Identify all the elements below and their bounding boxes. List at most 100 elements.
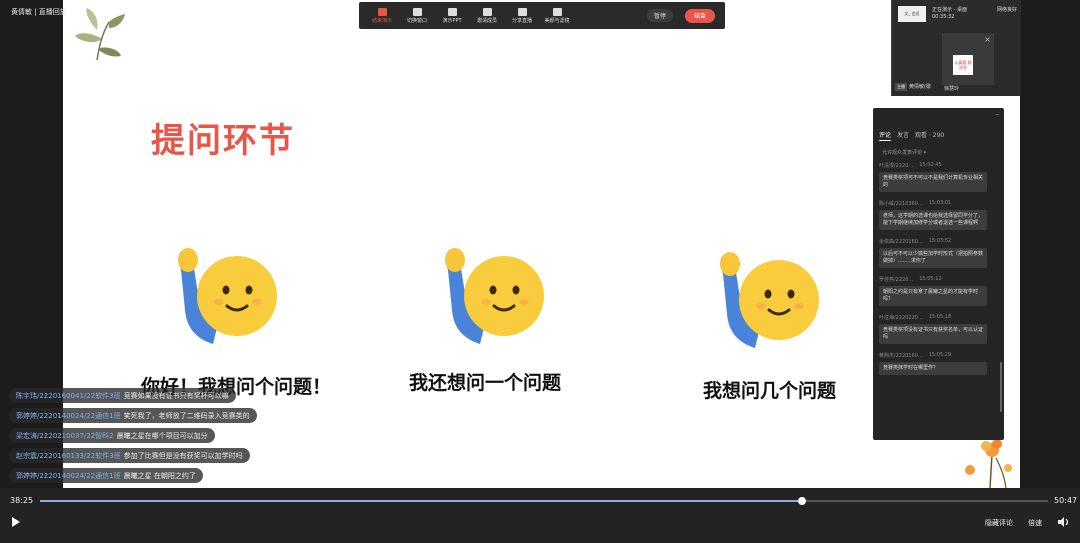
total-time: 50:47 — [1054, 496, 1078, 505]
tool-present-ppt[interactable]: 演示PPT — [435, 2, 469, 29]
tool-invite-members[interactable]: 邀请成员 — [470, 2, 504, 29]
danmaku-message: 郭婷婷/2220140024/22通信1班 笑死我了，老师放了二维码录入竞赛类的 — [9, 408, 257, 423]
seek-bar-handle[interactable] — [798, 497, 807, 505]
share-icon — [517, 7, 527, 16]
danmaku-text: 笑死我了，老师放了二维码录入竞赛类的 — [123, 411, 250, 420]
allow-comments-label: 允许观众发表评论 — [882, 150, 923, 156]
live-replay-player: 提问环节 你好！我想问个问题！ 我还想问一个问题 我想问几个问题 黄倩敏 | 直… — [0, 0, 1080, 543]
comment-time: 15:05:12 — [919, 276, 942, 282]
comment-user: 叶清漫/2220... — [879, 163, 914, 169]
comment-time: 15:03:01 — [928, 200, 952, 206]
minimize-icon[interactable]: – — [996, 110, 1000, 118]
danmaku-text: 参加了比赛但是没有获奖可以加学时吗 — [123, 451, 243, 460]
comment-text: 朝阳之约是只有拿了晨曦之星的才能有学时吗？ — [879, 286, 987, 306]
comment-time: 15:05:29 — [928, 352, 952, 358]
tool-switch-window[interactable]: 切换窗口 — [400, 2, 434, 29]
danmaku-message: 梁宏涛/2220210037/22智科2 晨曦之星在哪个项目可以加分 — [9, 428, 215, 443]
player-controls: 38:25 50:47 隐藏评论 倍速 — [0, 488, 1080, 543]
host-badge: 主播 — [895, 83, 907, 91]
present-icon — [377, 7, 387, 16]
comment-text: 老师，这学期的选课也给我选择留同学分了，能下学期继续加修学分或者退选一些课程啊 — [879, 210, 987, 230]
video-panel: 文_ 会员 正在演示 - 桌面 00:35:32 网络良好 × 认真看 群消息 … — [891, 0, 1021, 96]
comment-time: 15:05:18 — [928, 314, 952, 320]
comment-text: 竞赛类抹学时在哪里作？ — [879, 362, 987, 375]
leaf-decoration-icon — [75, 8, 125, 61]
member-video-tile[interactable]: × 认真看 群消息 — [942, 33, 994, 85]
comment-item: 罗佳燕/2220... 15:05:12 朝阳之约是只有拿了晨曦之星的才能有学时吗… — [879, 276, 997, 306]
tool-label: 结束演示 — [371, 17, 392, 24]
danmaku-text: 晨曦之星 在朝阳之约了 — [123, 471, 196, 480]
danmaku-user: 梁宏涛/2220210037/22智科2 — [16, 431, 114, 440]
seek-bar-progress — [40, 500, 803, 502]
hide-comments-button[interactable]: 隐藏评论 — [985, 518, 1013, 528]
playback-speed-button[interactable]: 倍速 — [1028, 518, 1042, 528]
tab-viewers[interactable]: 观看 · 290 — [915, 130, 944, 141]
comment-list: 叶清漫/2220... 15:02:45 竞赛类奖项可不可以不是我们计算机专业相关… — [879, 162, 997, 422]
danmaku-text: 晨曦之星在哪个项目可以加分 — [116, 431, 208, 440]
pause-button[interactable]: 暂停 — [647, 9, 673, 22]
comment-time: 15:02:45 — [919, 162, 942, 168]
end-button[interactable]: 结束 — [685, 8, 715, 23]
comment-item: 余依曲/2220160... 15:03:52 以后可不可以少搞些加学时形式（把拍… — [879, 238, 997, 268]
tool-label: 切换窗口 — [406, 17, 427, 24]
comment-item: 陈小威/2210360... 15:03:01 老师，这学期的选课也给我选择留同学… — [879, 200, 997, 230]
volume-icon[interactable] — [1058, 517, 1070, 527]
tool-share-live[interactable]: 分享直播 — [505, 2, 539, 29]
comment-item: 叶征海/2220220... 15:05:18 竞赛类奖项没有证书只有获奖名单，可… — [879, 314, 997, 344]
tool-stop-presenting[interactable]: 结束演示 — [365, 2, 399, 29]
tool-label: 演示PPT — [442, 17, 462, 24]
danmaku-overlay: 陈宇玮/2220160041/22软件3班 竞赛如果没有证书只有奖杯可以嘛 郭婷婷… — [9, 388, 271, 486]
desktop-thumbnail: 文_ 会员 — [898, 6, 926, 22]
comment-user: 陈小威/2210360... — [879, 201, 923, 207]
raised-hand-emoji-icon — [178, 248, 277, 344]
danmaku-message: 赵宗震/2220160133/22软件3班 参加了比赛但是没有获奖可以加学时吗 — [9, 448, 250, 463]
comment-item: 黄熙杰/2220160... 15:05:29 竞赛类抹学时在哪里作？ — [879, 352, 997, 375]
presenter-toolbar: 结束演示 切换窗口 演示PPT 邀请成员 分享直播 美颜与滤镜 暂停 结束 — [359, 2, 725, 29]
tab-speech[interactable]: 发言 — [897, 130, 909, 141]
danmaku-user: 赵宗震/2220160133/22软件3班 — [16, 451, 121, 460]
window-title: 黄倩敏 | 直播回放 — [11, 8, 67, 16]
host-name: 黄倩敏(歇 — [909, 84, 931, 90]
tool-label: 分享直播 — [511, 17, 532, 24]
danmaku-message: 郭婷婷/2220140024/22通信1班 晨曦之星 在朝阳之约了 — [9, 468, 203, 483]
danmaku-text: 竞赛如果没有证书只有奖杯可以嘛 — [123, 391, 229, 400]
comment-item: 叶清漫/2220... 15:02:45 竞赛类奖项可不可以不是我们计算机专业相关… — [879, 162, 997, 192]
network-status: 网络良好 — [996, 7, 1017, 13]
member-name: 徐慧玲 — [944, 86, 960, 92]
tool-beauty-filter[interactable]: 美颜与滤镜 — [540, 2, 574, 29]
danmaku-user: 郭婷婷/2220140024/22通信1班 — [16, 411, 121, 420]
raised-hand-emoji-icon — [720, 252, 819, 348]
comment-tabs: 评论 发言 观看 · 290 — [879, 130, 944, 141]
comment-user: 罗佳燕/2220... — [879, 277, 914, 283]
invite-icon — [482, 7, 492, 16]
emoji-caption: 我想问几个问题 — [703, 380, 837, 402]
danmaku-user: 郭婷婷/2220140024/22通信1班 — [16, 471, 121, 480]
tab-comments[interactable]: 评论 — [879, 130, 892, 141]
emoji-caption: 我还想问一个问题 — [409, 372, 562, 394]
tool-label: 美颜与滤镜 — [544, 17, 570, 24]
comment-text: 竞赛类奖项没有证书只有获奖名单，可以认证吗 — [879, 324, 987, 344]
presenting-status: 正在演示 - 桌面 — [932, 7, 967, 13]
comment-user: 叶征海/2220220... — [879, 315, 923, 321]
member-avatar-card: 认真看 群消息 — [953, 55, 973, 75]
tool-label: 邀请成员 — [476, 17, 497, 24]
ppt-icon — [447, 7, 457, 16]
window-icon — [412, 7, 422, 16]
comment-scrollbar[interactable] — [1000, 362, 1002, 412]
beauty-icon — [552, 7, 562, 16]
comment-text: 以后可不可以少搞些加学时形式（把拍照参数做掉）........求你了 — [879, 248, 987, 268]
slide-title: 提问环节 — [151, 121, 295, 161]
danmaku-user: 陈宇玮/2220160041/22软件3班 — [16, 391, 121, 400]
close-icon[interactable]: × — [984, 35, 991, 44]
comment-time: 15:03:52 — [928, 238, 952, 244]
current-time: 38:25 — [10, 496, 34, 505]
play-icon[interactable] — [12, 517, 20, 527]
comment-user: 黄熙杰/2220160... — [879, 353, 923, 359]
comment-user: 余依曲/2220160... — [879, 239, 923, 245]
comment-text: 竞赛类奖项可不可以不是我们计算机专业相关的 — [879, 172, 987, 192]
raised-hand-emoji-icon — [445, 248, 544, 344]
comments-panel: – 评论 发言 观看 · 290 允许观众发表评论 ▾ 叶清漫/2220... 1… — [873, 108, 1004, 440]
allow-comments-toggle[interactable]: 允许观众发表评论 ▾ — [882, 149, 926, 156]
seek-bar[interactable] — [40, 497, 1048, 505]
danmaku-message: 陈宇玮/2220160041/22软件3班 竞赛如果没有证书只有奖杯可以嘛 — [9, 388, 236, 403]
